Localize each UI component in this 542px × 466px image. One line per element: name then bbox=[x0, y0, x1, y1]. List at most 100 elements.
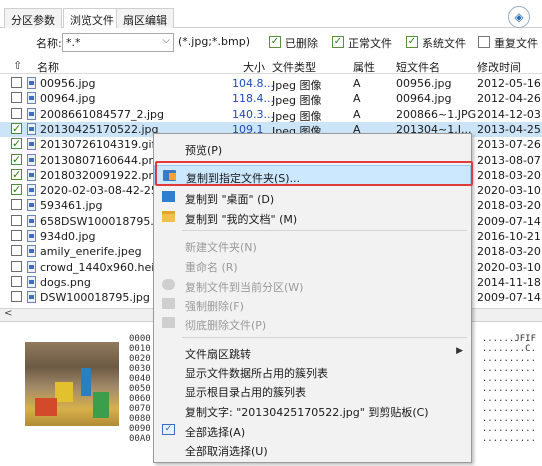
hex-offset: 0060 bbox=[129, 394, 151, 404]
menu-item-preview[interactable]: 预览(P) bbox=[154, 138, 471, 158]
file-icon bbox=[27, 245, 36, 258]
column-header-type[interactable]: 文件类型 bbox=[272, 59, 316, 75]
image-thumbnail bbox=[25, 342, 119, 426]
ascii-line: .......... bbox=[481, 434, 536, 444]
row-checkbox[interactable]: ✓ bbox=[11, 184, 22, 196]
file-modified: 2020-03-10 bbox=[477, 260, 541, 274]
tab-sector-edit[interactable]: 扇区编辑 bbox=[116, 8, 174, 28]
file-name: 20180320091922.png bbox=[40, 168, 163, 182]
row-checkbox[interactable] bbox=[11, 230, 22, 241]
ascii-line: .......... bbox=[481, 384, 536, 394]
file-row[interactable]: 2008661084577_2.jpg 140.3... Jpeg 图像 A 20086… bbox=[0, 107, 542, 123]
file-icon bbox=[27, 153, 36, 166]
menu-separator bbox=[182, 230, 467, 231]
tab-partition-params[interactable]: 分区参数 bbox=[4, 8, 62, 28]
menu-item-copy-to-current-partition[interactable]: 复制文件到当前分区(W) bbox=[154, 275, 471, 295]
menu-item-label: 复制到 "桌面" (D) bbox=[185, 193, 275, 206]
row-checkbox[interactable]: ✓ bbox=[11, 122, 22, 134]
file-row[interactable]: 00964.jpg 118.4... Jpeg 图像 A 00964.jpg 2012-0… bbox=[0, 91, 542, 107]
scroll-left-arrow-icon[interactable]: < bbox=[4, 308, 12, 319]
menu-item-label: 文件扇区跳转 bbox=[185, 348, 251, 361]
duplicate-files-checkbox-label: 重复文件 bbox=[494, 37, 538, 50]
ascii-line: .......... bbox=[481, 354, 536, 364]
row-checkbox[interactable] bbox=[11, 92, 22, 104]
file-modified: 2018-03-20 bbox=[477, 199, 541, 213]
menu-item-permanent-delete[interactable]: 彻底删除文件(P) bbox=[154, 313, 471, 333]
menu-item-rename[interactable]: 重命名 (R) bbox=[154, 255, 471, 275]
hex-offset: 0020 bbox=[129, 354, 151, 364]
file-name: 00956.jpg bbox=[40, 77, 96, 90]
column-header-attr[interactable]: 属性 bbox=[353, 59, 375, 75]
file-icon bbox=[27, 138, 36, 151]
menu-item-show-root-cluster-list[interactable]: 显示根目录占用的簇列表 bbox=[154, 380, 471, 400]
file-attr: A bbox=[353, 107, 361, 121]
checkbox-icon: ✓ bbox=[162, 424, 175, 435]
row-checkbox[interactable] bbox=[11, 291, 22, 303]
highlight-annotation bbox=[155, 161, 473, 186]
column-header-short-name[interactable]: 短文件名 bbox=[396, 59, 440, 75]
row-checkbox[interactable] bbox=[11, 199, 22, 211]
ascii-line: .......... bbox=[481, 364, 536, 374]
row-checkbox[interactable]: ✓ bbox=[11, 138, 22, 150]
row-checkbox[interactable] bbox=[11, 107, 22, 119]
name-filter-label: 名称: bbox=[36, 37, 62, 50]
hex-offset: 0030 bbox=[129, 364, 151, 374]
hex-offset: 00A0 bbox=[129, 434, 151, 444]
name-filter-value: *.* bbox=[66, 36, 81, 49]
submenu-arrow-icon: ▶ bbox=[456, 346, 463, 356]
file-icon bbox=[27, 260, 36, 273]
file-name: amily_enerife.jpeg bbox=[40, 245, 142, 259]
menu-item-copy-text[interactable]: 复制文字: "20130425170522.jpg" 到剪贴板(C) bbox=[154, 400, 471, 420]
row-checkbox[interactable] bbox=[11, 214, 22, 226]
menu-item-show-cluster-list[interactable]: 显示文件数据所占用的簇列表 bbox=[154, 361, 471, 381]
file-modified: 2018-03-20 bbox=[477, 245, 541, 259]
file-icon bbox=[27, 214, 36, 227]
normal-files-checkbox[interactable]: ✓ bbox=[332, 36, 344, 48]
file-modified: 2018-03-20 bbox=[477, 168, 541, 182]
row-checkbox[interactable] bbox=[11, 275, 22, 287]
file-name: 2020-02-03-08-42-25 bbox=[40, 184, 158, 198]
row-checkbox[interactable] bbox=[11, 245, 22, 257]
file-name: 593461.jpg bbox=[40, 199, 103, 213]
hex-ascii-view: ......JFIF ........C.....................… bbox=[482, 334, 536, 444]
row-checkbox[interactable]: ✓ bbox=[11, 168, 22, 180]
column-header-size[interactable]: 大小 bbox=[243, 59, 265, 75]
ascii-line: .......... bbox=[481, 394, 536, 404]
ascii-line: .......... bbox=[481, 374, 536, 384]
tab-browse-files[interactable]: 浏览文件 bbox=[63, 8, 121, 29]
deleted-checkbox-label: 已删除 bbox=[285, 37, 318, 50]
menu-item-copy-to-documents[interactable]: 复制到 "我的文档" (M) bbox=[154, 207, 471, 227]
chevron-down-icon[interactable]: ⌵ bbox=[162, 35, 170, 46]
row-checkbox[interactable]: ✓ bbox=[11, 153, 22, 165]
file-short-name: 00956.jpg bbox=[396, 77, 452, 90]
menu-item-force-delete[interactable]: 强制删除(F) bbox=[154, 294, 471, 314]
file-name: 00964.jpg bbox=[40, 92, 96, 106]
delete-icon bbox=[162, 298, 175, 309]
duplicate-files-checkbox[interactable] bbox=[478, 36, 490, 48]
file-attr: A bbox=[353, 77, 361, 90]
column-header-modified[interactable]: 修改时间 bbox=[477, 59, 521, 75]
name-filter-combo[interactable]: *.* ⌵ bbox=[62, 33, 174, 52]
file-modified: 2009-07-14 bbox=[477, 291, 541, 305]
desktop-icon bbox=[162, 191, 175, 202]
file-modified: 2012-05-16 bbox=[477, 77, 541, 90]
file-row[interactable]: 00956.jpg 104.8... Jpeg 图像 A 00956.jpg 2012-0… bbox=[0, 76, 542, 92]
file-name: crowd_1440x960.heic bbox=[40, 260, 161, 274]
file-icon bbox=[27, 230, 36, 242]
menu-item-deselect-all[interactable]: 全部取消选择(U) bbox=[154, 439, 471, 459]
file-name: 934d0.jpg bbox=[40, 230, 96, 243]
menu-item-label: 全部取消选择(U) bbox=[185, 445, 268, 458]
menu-item-new-folder[interactable]: 新建文件夹(N) bbox=[154, 235, 471, 255]
row-checkbox[interactable] bbox=[11, 77, 22, 88]
cube-icon[interactable]: ◈ bbox=[508, 6, 530, 28]
row-checkbox[interactable] bbox=[11, 260, 22, 272]
file-icon bbox=[27, 199, 36, 212]
menu-item-select-all[interactable]: ✓ 全部选择(A) bbox=[154, 420, 471, 440]
menu-item-copy-to-desktop[interactable]: 复制到 "桌面" (D) bbox=[154, 187, 471, 207]
deleted-checkbox[interactable]: ✓ bbox=[269, 36, 281, 48]
sort-up-icon[interactable]: ⇧ bbox=[13, 59, 22, 72]
file-icon bbox=[27, 275, 36, 288]
system-files-checkbox[interactable]: ✓ bbox=[406, 36, 418, 48]
column-header-name[interactable]: 名称 bbox=[37, 59, 59, 75]
menu-item-sector-jump[interactable]: 文件扇区跳转 ▶ bbox=[154, 342, 471, 362]
